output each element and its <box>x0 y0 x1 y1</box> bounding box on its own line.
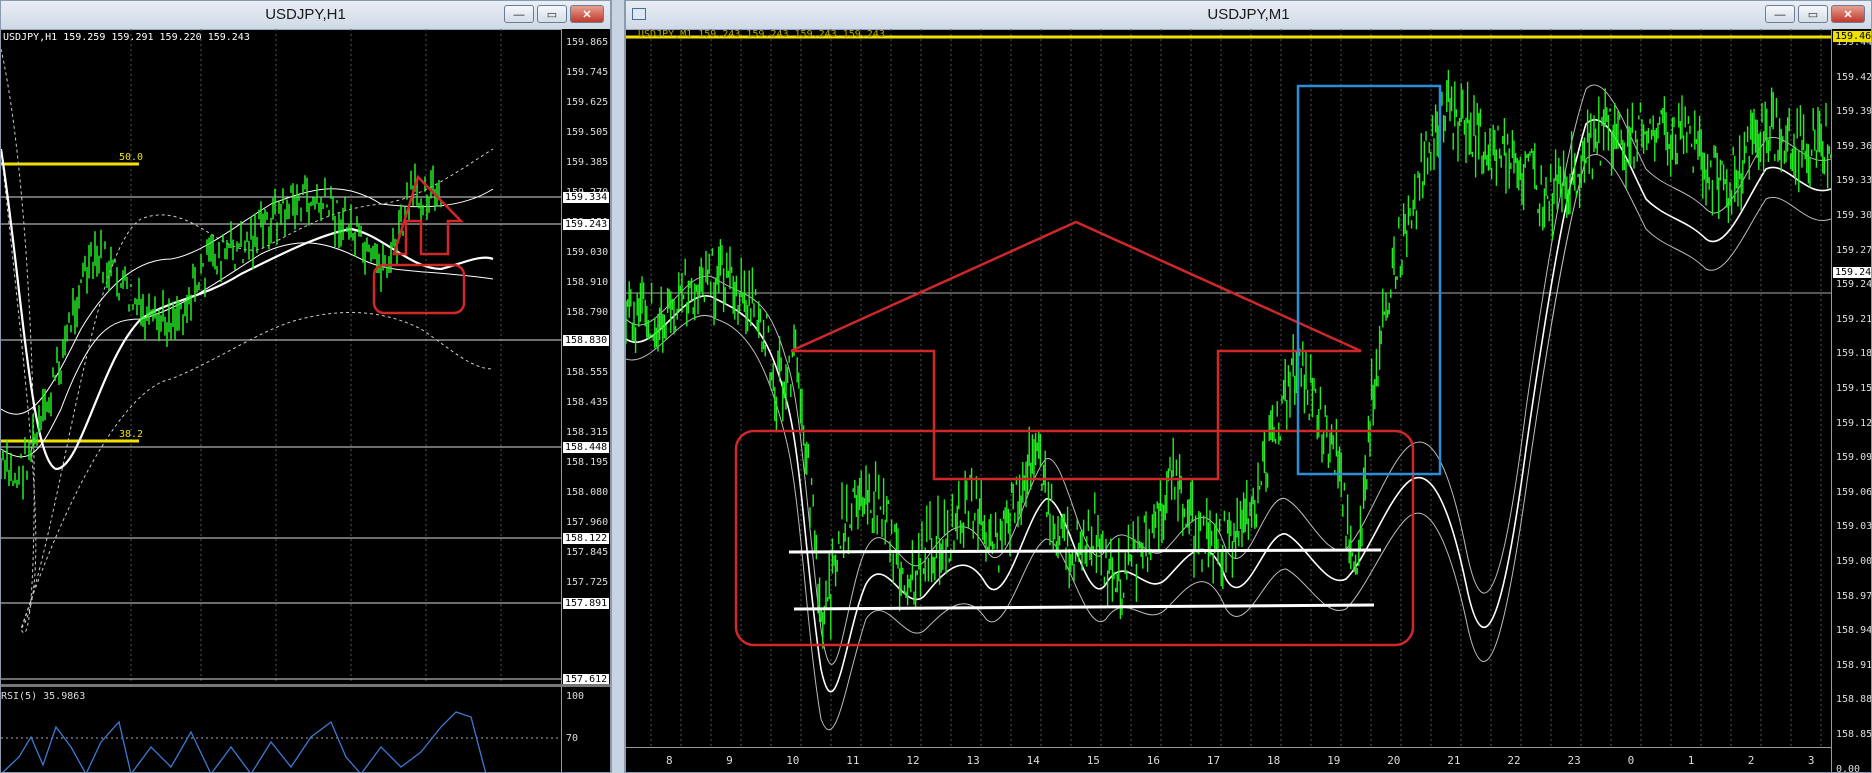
time-axis-label: 17 <box>1206 754 1221 767</box>
time-axis-label: 10 <box>786 754 800 767</box>
m1-candles <box>626 69 1831 649</box>
annotation-range-box <box>734 429 1415 647</box>
envelope-upper <box>626 84 1831 665</box>
time-axis-label: 9 <box>726 754 733 767</box>
bid-price-tag: 159.243 <box>1833 267 1871 278</box>
price-axis-label: 159.065 <box>1836 486 1872 498</box>
price-axis-label: 158.080 <box>566 487 609 498</box>
price-tag: 157.891 <box>563 598 610 609</box>
price-axis-label: 159.155 <box>1836 383 1872 394</box>
price-axis-label: 159.393 <box>1836 106 1872 118</box>
rsi-level-label: 70 <box>566 733 579 744</box>
rsi-axis: 100 70 <box>561 687 610 772</box>
m1-window-title: USDJPY,M1 <box>1207 6 1290 23</box>
time-axis-label: 19 <box>1327 754 1341 767</box>
price-axis-label: 159.365 <box>1836 140 1872 152</box>
m1-ohlc-info: USDJPY,M1 159.243 159.243 159.243 159.24… <box>638 29 885 40</box>
h1-candles <box>1 163 442 500</box>
h1-price-chart[interactable]: 50.0 38.2 <box>1 29 561 684</box>
close-button[interactable]: ✕ <box>1831 5 1865 23</box>
price-axis-label: 157.960 <box>566 517 609 528</box>
price-axis-label: 158.855 <box>1836 729 1872 740</box>
band-lower <box>1 242 494 458</box>
price-axis-label: 158.910 <box>566 277 609 288</box>
time-axis-label: 15 <box>1086 754 1100 767</box>
restore-button[interactable]: ▭ <box>1798 5 1828 23</box>
close-button[interactable]: ✕ <box>570 5 604 23</box>
price-axis-label: 157.725 <box>566 577 609 588</box>
fib-50-label: 50.0 <box>119 152 143 163</box>
restore-button[interactable]: ▭ <box>537 5 567 23</box>
price-axis-label: 158.945 <box>1836 625 1872 637</box>
support-line-lower <box>793 603 1375 611</box>
time-axis-label: 21 <box>1447 754 1461 767</box>
price-axis-label: 158.315 <box>566 427 609 438</box>
h1-chart-window: USDJPY,H1 — ▭ ✕ USDJPY,H1 159.259 159.29… <box>0 0 611 773</box>
price-axis-label: 159.385 <box>566 157 609 168</box>
price-axis-label: 159.035 <box>1836 521 1872 533</box>
time-axis-label: 22 <box>1507 754 1521 767</box>
price-axis-label: 159.625 <box>566 97 609 108</box>
fib-38-label: 38.2 <box>119 429 143 440</box>
m1-price-chart[interactable] <box>626 29 1831 747</box>
h1-title-bar[interactable]: USDJPY,H1 — ▭ ✕ <box>1 1 610 30</box>
price-axis-label: 159.335 <box>1836 175 1872 187</box>
ask-price-tag: 159.465 <box>1833 31 1871 42</box>
support-line-upper <box>788 548 1382 554</box>
time-axis-label: 13 <box>966 754 980 767</box>
m1-chart-window: USDJPY,M1 — ▭ ✕ USDJPY,M1 159.243 159.24… <box>625 0 1872 773</box>
m1-time-axis[interactable]: 8 9 10 11 12 13 14 15 16 17 18 19 20 21 22 23 0 1 2 3 <box>626 747 1831 772</box>
price-tag: 159.243 <box>563 219 610 230</box>
time-axis-label: 16 <box>1146 754 1161 767</box>
annotation-step-shape <box>791 349 1361 481</box>
m1-title-bar[interactable]: USDJPY,M1 — ▭ ✕ <box>626 1 1871 30</box>
price-axis-label: 159.275 <box>1836 244 1872 256</box>
time-axis-label: 11 <box>846 754 860 767</box>
time-axis-label: 23 <box>1567 754 1581 767</box>
annotation-roof-shape <box>790 220 1362 353</box>
price-axis-label: 159.030 <box>566 247 609 258</box>
price-tag: 158.448 <box>563 442 610 453</box>
time-axis-label: 18 <box>1267 754 1281 767</box>
price-axis-label: 157.845 <box>566 547 609 558</box>
price-axis-label: 159.215 <box>1836 313 1872 325</box>
price-axis-label: 159.505 <box>566 127 609 138</box>
time-axis-label: 14 <box>1026 754 1040 767</box>
m1-price-axis[interactable]: 159.445159.425159.393159.365159.335159.3… <box>1831 29 1872 773</box>
time-axis-label: 8 <box>666 754 673 767</box>
price-axis-label: 158.915 <box>1836 659 1872 671</box>
price-axis-label: 158.195 <box>566 457 609 468</box>
time-axis-label: 3 <box>1807 754 1815 767</box>
time-axis-label: 2 <box>1747 754 1755 767</box>
price-axis-label: 158.790 <box>566 307 609 318</box>
price-axis-label: 158.885 <box>1836 694 1872 706</box>
price-axis-label: 159.745 <box>566 67 609 78</box>
price-tag: 158.830 <box>563 335 610 346</box>
price-axis-label: 159.425 <box>1836 71 1872 83</box>
price-axis-label: 159.185 <box>1836 348 1872 360</box>
price-axis-label: 159.865 <box>566 37 609 48</box>
price-axis-label: 158.435 <box>566 397 609 408</box>
price-axis-label: 0.00 <box>1836 763 1861 773</box>
price-axis-label: 159.125 <box>1836 417 1872 429</box>
price-tag: 158.122 <box>563 533 610 544</box>
price-axis-label: 159.095 <box>1836 452 1872 464</box>
mdi-splitter[interactable] <box>611 0 625 773</box>
rsi-level-label: 100 <box>566 691 585 702</box>
h1-price-axis[interactable]: 159.865 159.745 159.625 159.505 159.385 159.2… <box>561 29 610 772</box>
price-tag: 159.334 <box>563 192 610 203</box>
minimize-button[interactable]: — <box>1765 5 1795 23</box>
rsi-line <box>2 711 487 772</box>
minimize-button[interactable]: — <box>504 5 534 23</box>
rsi-chart[interactable] <box>1 687 561 773</box>
time-axis-label: 20 <box>1387 754 1401 767</box>
price-axis-label: 159.305 <box>1836 210 1872 221</box>
time-axis-label: 1 <box>1687 754 1695 767</box>
price-axis-label: 159.245 <box>1836 279 1872 291</box>
time-axis-label: 12 <box>906 754 920 767</box>
price-axis-label: 158.975 <box>1836 590 1872 602</box>
price-axis-label: 159.005 <box>1836 556 1872 567</box>
time-axis-label: 0 <box>1627 754 1635 767</box>
price-axis-label: 158.555 <box>566 367 609 378</box>
